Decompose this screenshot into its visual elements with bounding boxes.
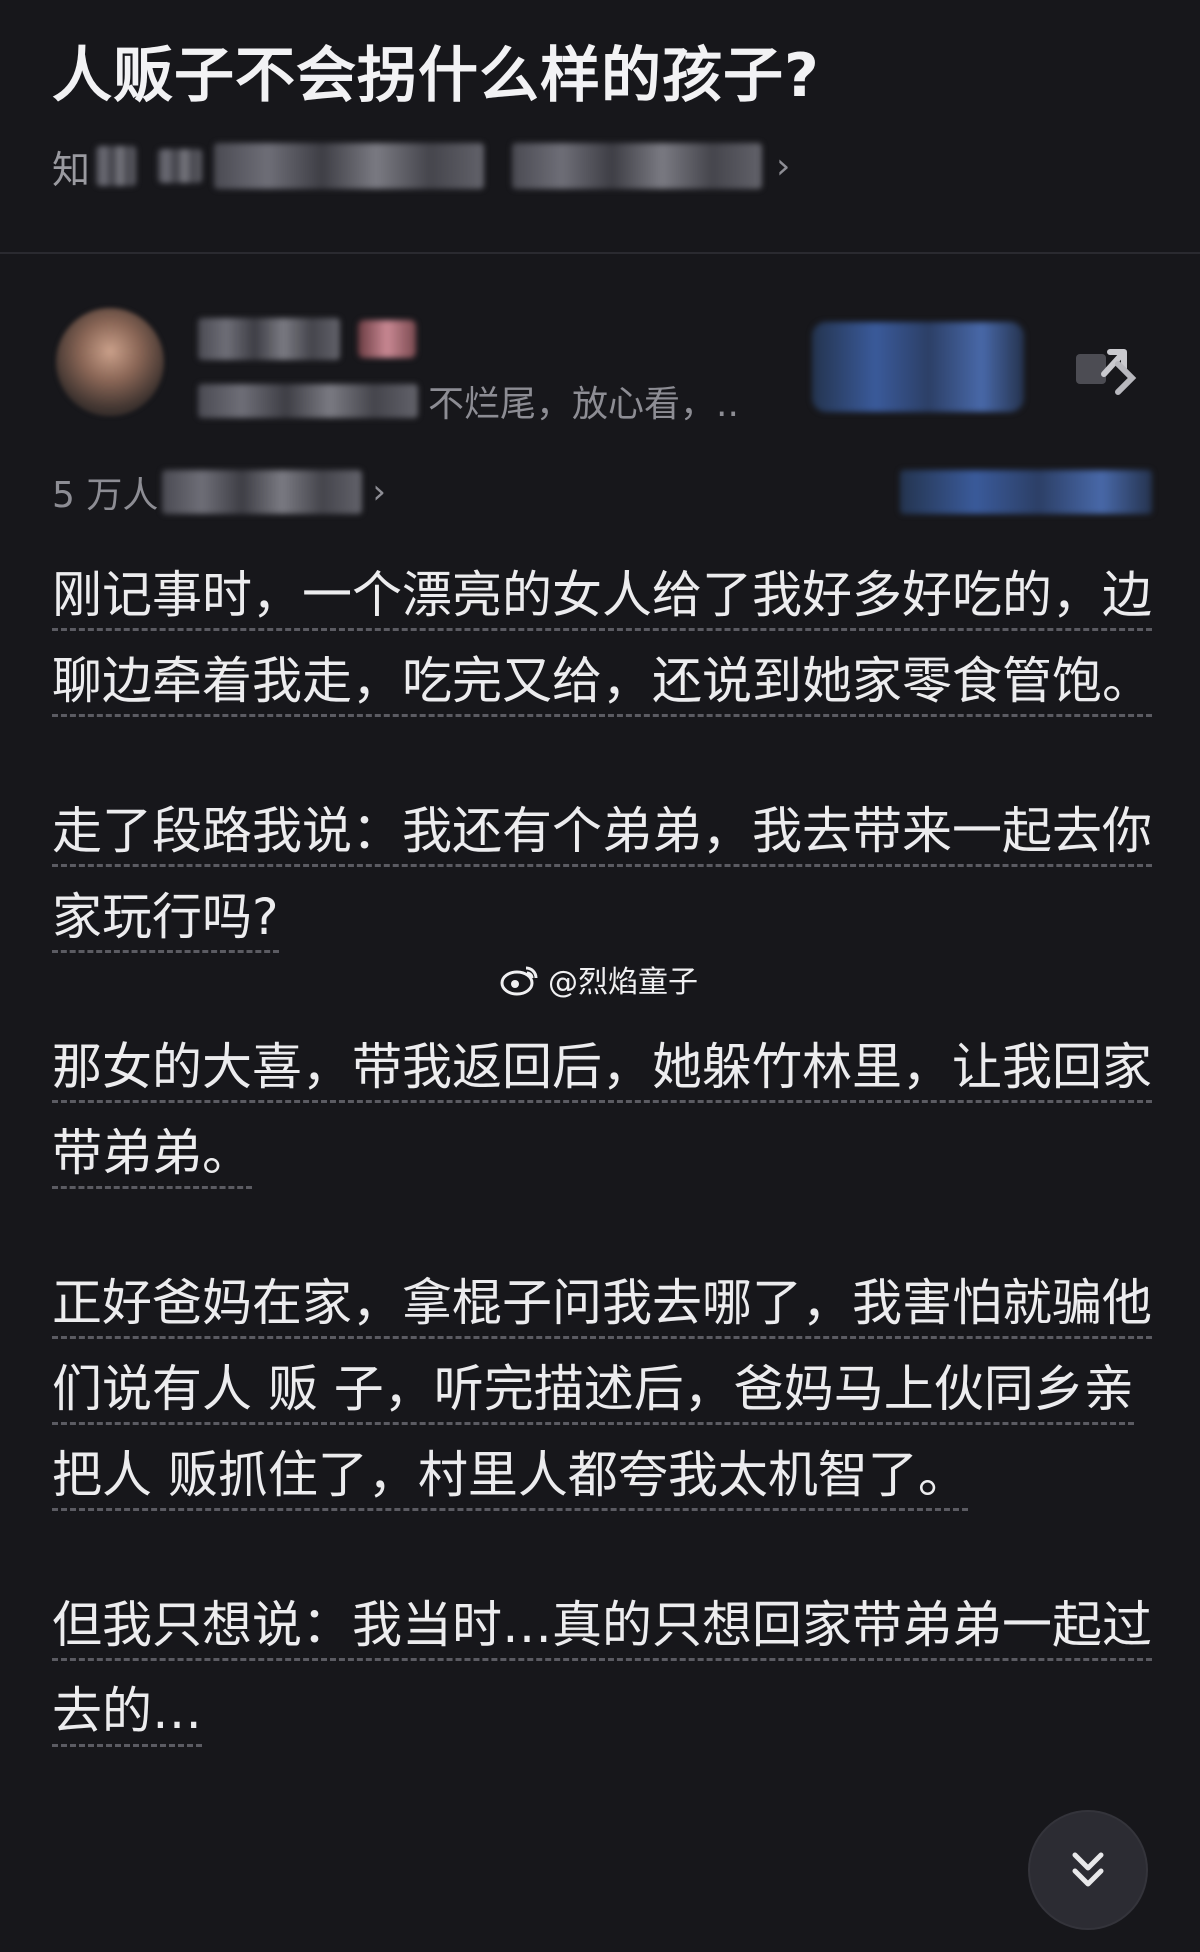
share-icon[interactable]: [1072, 338, 1152, 398]
question-title[interactable]: 人贩子不会拐什么样的孩子?: [52, 36, 820, 116]
avatar[interactable]: [56, 308, 164, 416]
follow-button[interactable]: [812, 322, 1024, 412]
chevron-right-icon: ›: [372, 472, 386, 512]
answer-paragraph: 那女的大喜，带我返回后，她躲竹林里，让我回家带弟弟。: [52, 1024, 1152, 1196]
blurred-author-name[interactable]: [198, 318, 340, 360]
paragraph-text: 但我只想说：我当时…真的只想回家带弟弟一起过去的…: [52, 1596, 1152, 1747]
paragraph-text: 走了段路我说：我还有个弟弟，我去带来一起去你家玩行吗?: [52, 802, 1152, 953]
chevron-right-icon: ›: [776, 145, 791, 187]
blurred-topic-text: [214, 143, 484, 189]
answer-paragraph: 但我只想说：我当时…真的只想回家带弟弟一起过去的…: [52, 1582, 1152, 1754]
answer-paragraph: 刚记事时，一个漂亮的女人给了我好多好吃的，边聊边牵着我走，吃完又给，还说到她家零…: [52, 552, 1152, 724]
answer-body: 刚记事时，一个漂亮的女人给了我好多好吃的，边聊边牵着我走，吃完又给，还说到她家零…: [52, 552, 1152, 1818]
paragraph-text: 刚记事时，一个漂亮的女人给了我好多好吃的，边聊边牵着我走，吃完又给，还说到她家零…: [52, 566, 1152, 717]
answer-paragraph: 正好爸妈在家，拿棍子问我去哪了，我害怕就骗他们说有人 贩 子，听完描述后，爸妈马…: [52, 1260, 1152, 1518]
topic-prefix: 知: [52, 147, 91, 192]
answer-stats[interactable]: 5 万人 ›: [52, 466, 386, 518]
stats-text: 5 万人: [52, 475, 159, 516]
blurred-bio-text: [198, 384, 418, 418]
weibo-watermark: @烈焰童子: [500, 956, 698, 1002]
author-bio: 不烂尾，放心看，..: [198, 376, 739, 426]
paragraph-text: 那女的大喜，带我返回后，她躲竹林里，让我回家带弟弟。: [52, 1038, 1152, 1189]
scroll-down-button[interactable]: [1030, 1812, 1146, 1928]
blurred-stats-text: [162, 470, 363, 514]
section-divider: [0, 252, 1200, 254]
weibo-icon: [500, 966, 538, 996]
topic-link-row[interactable]: 知 ›: [52, 136, 790, 196]
paragraph-text: 正好爸妈在家，拿棍子问我去哪了，我害怕就骗他们说有人 贩 子，听完描述后，爸妈马…: [52, 1274, 1152, 1511]
blurred-topic-text: [158, 149, 202, 183]
author-bio-text: 不烂尾，放心看，..: [428, 384, 739, 425]
author-badge: [358, 320, 416, 358]
watermark-text: @烈焰童子: [548, 965, 698, 1000]
blurred-action-chip[interactable]: [900, 470, 1152, 514]
blurred-topic-text: [96, 146, 136, 186]
blurred-topic-text: [512, 143, 762, 189]
answer-paragraph: 走了段路我说：我还有个弟弟，我去带来一起去你家玩行吗?: [52, 788, 1152, 960]
double-chevron-down-icon: [1072, 1852, 1104, 1887]
